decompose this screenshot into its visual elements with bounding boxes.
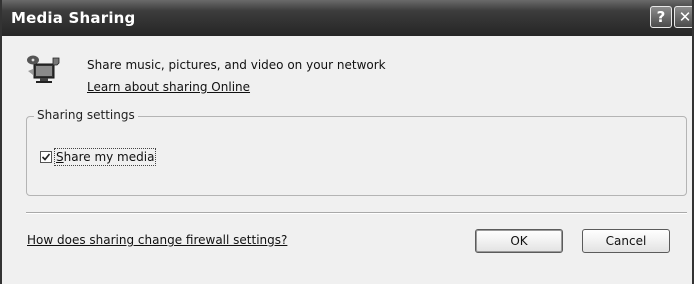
close-icon: ✕ bbox=[678, 7, 692, 26]
window-title: Media Sharing bbox=[11, 9, 136, 27]
share-mnemonic: S bbox=[56, 150, 64, 164]
sharing-settings-legend: Sharing settings bbox=[34, 108, 138, 122]
checkmark-icon bbox=[41, 153, 51, 161]
title-bar[interactable]: Media Sharing ? ✕ bbox=[2, 0, 692, 36]
cancel-label: Cancel bbox=[605, 234, 647, 248]
help-icon: ? bbox=[656, 7, 666, 26]
share-my-media-label[interactable]: Share my media bbox=[54, 148, 157, 166]
media-sharing-icon bbox=[26, 54, 62, 86]
ok-button[interactable]: OK bbox=[475, 229, 563, 253]
ok-label: OK bbox=[510, 234, 528, 248]
sharing-description: Share music, pictures, and video on your… bbox=[87, 58, 386, 72]
media-sharing-dialog: Media Sharing ? ✕ Share music, pictures,… bbox=[0, 0, 694, 284]
share-label-rest: hare my media bbox=[63, 150, 155, 164]
help-button[interactable]: ? bbox=[650, 6, 672, 28]
close-button[interactable]: ✕ bbox=[674, 6, 692, 28]
separator bbox=[26, 212, 687, 214]
share-my-media-checkbox[interactable] bbox=[40, 151, 52, 163]
firewall-settings-link[interactable]: How does sharing change firewall setting… bbox=[27, 233, 287, 247]
cancel-button[interactable]: Cancel bbox=[582, 229, 670, 253]
learn-about-sharing-link[interactable]: Learn about sharing Online bbox=[87, 80, 250, 94]
